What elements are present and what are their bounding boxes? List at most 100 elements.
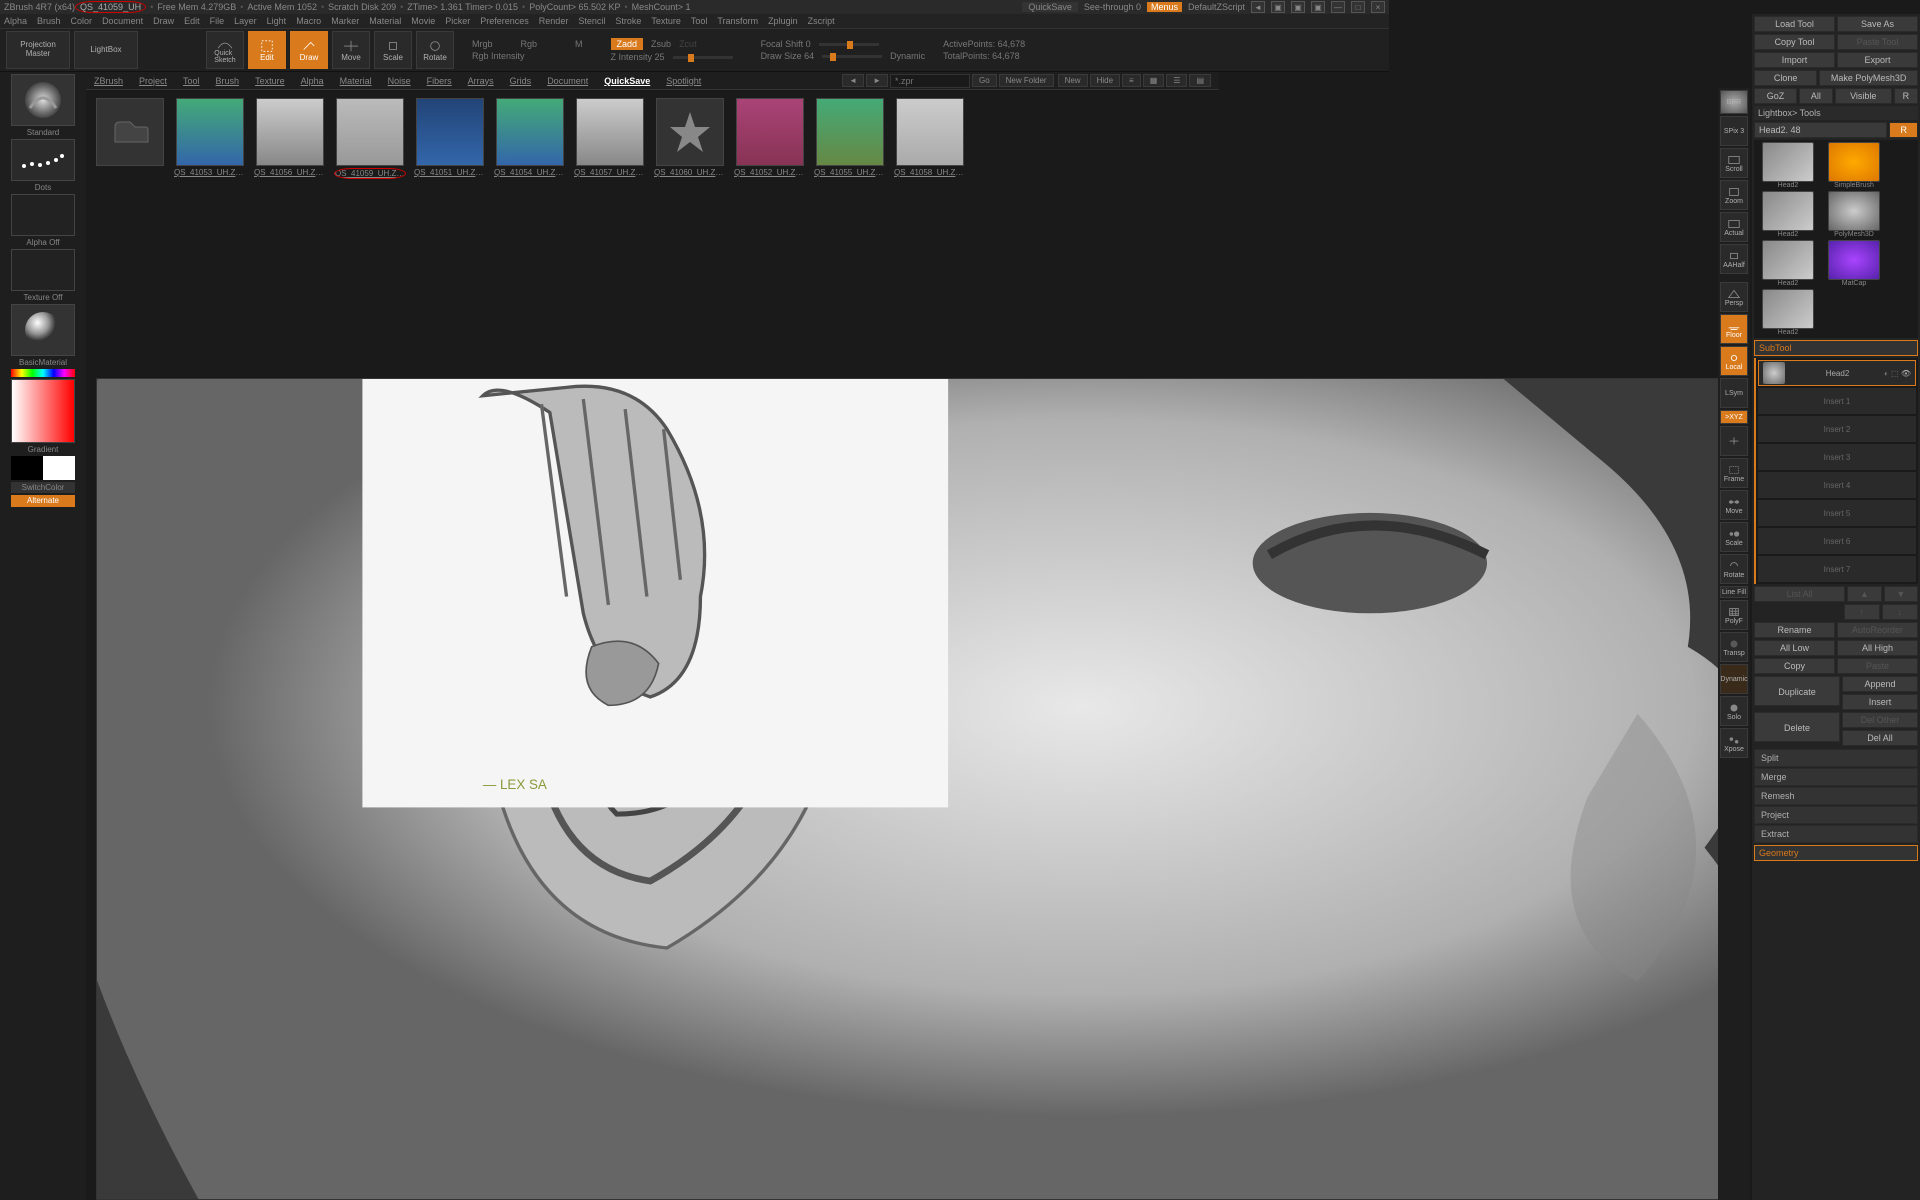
zintensity-slider[interactable]: Z Intensity 25 bbox=[611, 52, 665, 62]
lightbox-tab-document[interactable]: Document bbox=[547, 76, 588, 86]
xpose-button[interactable]: Xpose bbox=[1720, 728, 1748, 758]
lightbox-item[interactable]: QS_41055_UH.ZPR bbox=[814, 98, 886, 179]
menu-texture[interactable]: Texture bbox=[651, 16, 681, 26]
lightbox-item[interactable]: QS_41054_UH.ZPR bbox=[494, 98, 566, 179]
aahalf-button[interactable]: AAHalf bbox=[1720, 244, 1748, 274]
lightbox-tab-tool[interactable]: Tool bbox=[183, 76, 200, 86]
projection-master-button[interactable]: Projection Master bbox=[6, 31, 70, 69]
menu-render[interactable]: Render bbox=[539, 16, 569, 26]
lightbox-tab-material[interactable]: Material bbox=[340, 76, 372, 86]
lightbox-tab-brush[interactable]: Brush bbox=[216, 76, 240, 86]
section-remesh[interactable]: Remesh bbox=[1754, 787, 1918, 805]
color-swatches[interactable] bbox=[11, 456, 75, 480]
section-project[interactable]: Project bbox=[1754, 806, 1918, 824]
menu-zplugin[interactable]: Zplugin bbox=[768, 16, 798, 26]
lightbox-tab-zbrush[interactable]: ZBrush bbox=[94, 76, 123, 86]
material-preview[interactable] bbox=[11, 304, 75, 356]
color-picker[interactable] bbox=[11, 379, 75, 443]
bpr-button[interactable]: BPR bbox=[1720, 90, 1748, 114]
lightbox-tab-fibers[interactable]: Fibers bbox=[427, 76, 452, 86]
clone-button[interactable]: Clone bbox=[1754, 70, 1817, 86]
zsub-toggle[interactable]: Zsub bbox=[651, 39, 671, 49]
polyf-button[interactable]: PolyF bbox=[1720, 600, 1748, 630]
tool-thumb[interactable]: Head2 bbox=[1756, 240, 1820, 287]
menus-button[interactable]: Menus bbox=[1147, 2, 1182, 12]
menu-macro[interactable]: Macro bbox=[296, 16, 321, 26]
stroke-preview[interactable] bbox=[11, 139, 75, 181]
menu-material[interactable]: Material bbox=[369, 16, 401, 26]
subtool-row[interactable]: Insert 2 bbox=[1758, 416, 1916, 442]
lightbox-button[interactable]: LightBox bbox=[74, 31, 138, 69]
del-other-button[interactable]: Del Other bbox=[1842, 712, 1918, 728]
geometry-header[interactable]: Geometry bbox=[1754, 845, 1918, 861]
lsym-button[interactable]: LSym bbox=[1720, 378, 1748, 408]
move-button[interactable]: Move bbox=[332, 31, 370, 69]
make-polymesh-button[interactable]: Make PolyMesh3D bbox=[1819, 70, 1918, 86]
move-down-icon[interactable]: ↓ bbox=[1882, 604, 1918, 620]
subtool-row[interactable]: Insert 5 bbox=[1758, 500, 1916, 526]
menu-brush[interactable]: Brush bbox=[37, 16, 61, 26]
section-merge[interactable]: Merge bbox=[1754, 768, 1918, 786]
edit-button[interactable]: Edit bbox=[248, 31, 286, 69]
export-button[interactable]: Export bbox=[1837, 52, 1918, 68]
quicksave-button[interactable]: QuickSave bbox=[1022, 2, 1078, 12]
window-icon[interactable]: ▣ bbox=[1291, 1, 1305, 13]
menu-picker[interactable]: Picker bbox=[445, 16, 470, 26]
tool-thumb[interactable]: SimpleBrush bbox=[1822, 142, 1886, 189]
r-button[interactable]: R bbox=[1889, 122, 1918, 138]
lightbox-item[interactable]: QS_41060_UH.ZPR bbox=[654, 98, 726, 179]
menu-marker[interactable]: Marker bbox=[331, 16, 359, 26]
goz-visible-button[interactable]: Visible bbox=[1835, 88, 1892, 104]
m-toggle[interactable]: M bbox=[575, 39, 583, 49]
lightbox-item[interactable]: QS_41051_UH.ZPR bbox=[414, 98, 486, 179]
lightbox-next-icon[interactable]: ► bbox=[866, 74, 888, 87]
autoreorder-button[interactable]: AutoReorder bbox=[1837, 622, 1918, 638]
section-split[interactable]: Split bbox=[1754, 749, 1918, 767]
solo-button[interactable]: Solo bbox=[1720, 696, 1748, 726]
menu-movie[interactable]: Movie bbox=[411, 16, 435, 26]
lightbox-tab-grids[interactable]: Grids bbox=[510, 76, 532, 86]
rename-button[interactable]: Rename bbox=[1754, 622, 1835, 638]
canvas-viewport[interactable]: — LEX SA bbox=[96, 378, 1740, 1200]
menu-preferences[interactable]: Preferences bbox=[480, 16, 529, 26]
mrgb-toggle[interactable]: Mrgb bbox=[472, 39, 493, 49]
del-all-button[interactable]: Del All bbox=[1842, 730, 1918, 746]
lightbox-item[interactable]: QS_41056_UH.ZPR bbox=[254, 98, 326, 179]
spix-control[interactable]: SPix 3 bbox=[1720, 116, 1748, 146]
tool-thumb[interactable]: Head2 bbox=[1756, 191, 1820, 238]
lightbox-tab-quicksave[interactable]: QuickSave bbox=[604, 76, 650, 86]
view-icon[interactable]: ☰ bbox=[1166, 74, 1187, 87]
subtool-row[interactable]: Insert 6 bbox=[1758, 528, 1916, 554]
append-button[interactable]: Append bbox=[1842, 676, 1918, 692]
actual-button[interactable]: Actual bbox=[1720, 212, 1748, 242]
minimize-button[interactable]: — bbox=[1331, 1, 1345, 13]
delete-button[interactable]: Delete bbox=[1754, 712, 1840, 742]
switch-color-button[interactable]: SwitchColor bbox=[11, 482, 75, 493]
default-zscript[interactable]: DefaultZScript bbox=[1188, 2, 1245, 12]
rotate-button[interactable]: Rotate bbox=[1720, 554, 1748, 584]
view-icon[interactable]: ▤ bbox=[1189, 74, 1211, 87]
window-icon[interactable]: ▣ bbox=[1311, 1, 1325, 13]
current-tool-name[interactable]: Head2. 48 bbox=[1754, 122, 1887, 138]
lightbox-search-input[interactable] bbox=[890, 74, 970, 88]
paste-button[interactable]: Paste bbox=[1837, 658, 1918, 674]
all-high-button[interactable]: All High bbox=[1837, 640, 1918, 656]
save-as-button[interactable]: Save As bbox=[1837, 16, 1918, 32]
tool-thumb[interactable]: Head2 bbox=[1756, 289, 1820, 336]
go-button[interactable]: Go bbox=[972, 74, 997, 87]
menu-tool[interactable]: Tool bbox=[691, 16, 708, 26]
seethrough-slider[interactable]: See-through 0 bbox=[1084, 2, 1141, 12]
tool-thumb[interactable]: MatCap bbox=[1822, 240, 1886, 287]
menu-document[interactable]: Document bbox=[102, 16, 143, 26]
lightbox-tab-arrays[interactable]: Arrays bbox=[468, 76, 494, 86]
persp-button[interactable]: Persp bbox=[1720, 282, 1748, 312]
menu-file[interactable]: File bbox=[210, 16, 225, 26]
rgb-toggle[interactable]: Rgb bbox=[521, 39, 538, 49]
menu-alpha[interactable]: Alpha bbox=[4, 16, 27, 26]
menu-color[interactable]: Color bbox=[71, 16, 93, 26]
lightbox-prev-icon[interactable]: ◄ bbox=[842, 74, 864, 87]
section-extract[interactable]: Extract bbox=[1754, 825, 1918, 843]
lightbox-item[interactable]: QS_41059_UH.ZPR bbox=[334, 98, 406, 179]
dynamic-toggle[interactable]: Dynamic bbox=[890, 51, 925, 61]
move-up-icon[interactable]: ↑ bbox=[1844, 604, 1880, 620]
